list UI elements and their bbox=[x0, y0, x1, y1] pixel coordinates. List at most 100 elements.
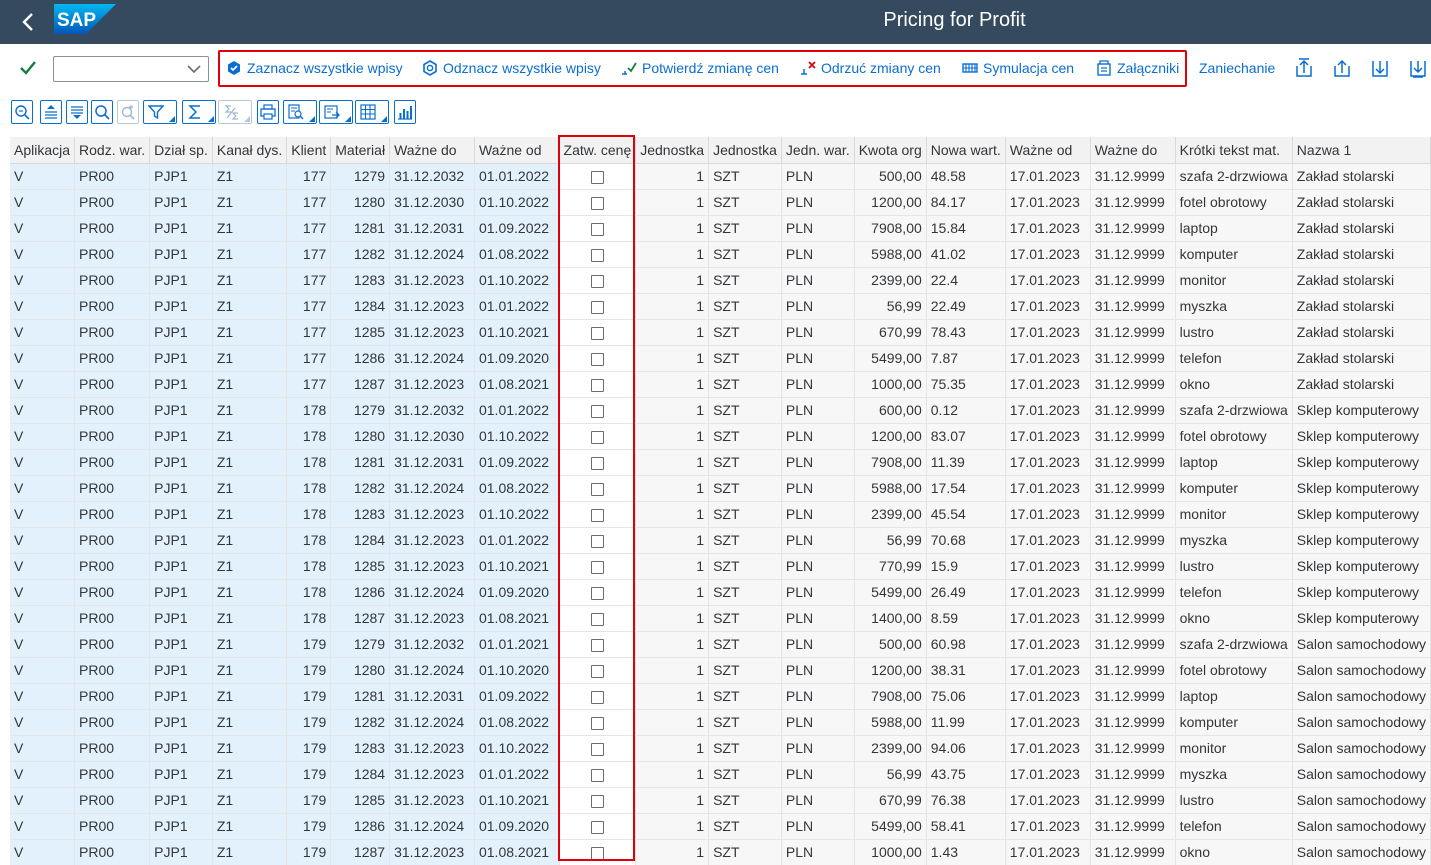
table-cell[interactable]: 1282 bbox=[330, 475, 391, 502]
table-cell[interactable]: Z1 bbox=[212, 449, 288, 476]
table-cell[interactable]: V bbox=[10, 813, 76, 840]
table-cell[interactable]: PLN bbox=[781, 631, 855, 658]
table-cell[interactable]: 60.98 bbox=[926, 631, 1006, 658]
table-cell[interactable]: 31.12.9999 bbox=[1090, 371, 1176, 398]
table-cell[interactable]: 76.38 bbox=[926, 787, 1006, 814]
table-cell[interactable]: 01.08.2022 bbox=[474, 475, 560, 502]
table-cell[interactable]: 31.12.9999 bbox=[1090, 189, 1176, 216]
table-cell[interactable]: 17.01.2023 bbox=[1005, 579, 1091, 606]
table-cell[interactable]: Z1 bbox=[212, 345, 288, 372]
table-cell[interactable]: 17.01.2023 bbox=[1005, 423, 1091, 450]
table-cell[interactable]: monitor bbox=[1175, 267, 1293, 294]
table-cell[interactable]: Z1 bbox=[212, 553, 288, 580]
column-header[interactable]: Zatw. cenę bbox=[559, 137, 637, 164]
confirm-price-checkbox[interactable] bbox=[590, 534, 604, 548]
table-cell[interactable]: 17.01.2023 bbox=[1005, 605, 1091, 632]
table-cell[interactable]: Z1 bbox=[212, 293, 288, 320]
table-cell[interactable]: 17.01.2023 bbox=[1005, 813, 1091, 840]
table-cell[interactable]: 31.12.9999 bbox=[1090, 787, 1176, 814]
table-cell[interactable]: 1279 bbox=[330, 163, 391, 190]
confirm-price-cell[interactable] bbox=[559, 605, 637, 632]
table-cell[interactable]: V bbox=[10, 527, 76, 554]
table-cell[interactable]: PJP1 bbox=[149, 241, 213, 268]
export-button[interactable] bbox=[319, 100, 353, 124]
table-cell[interactable]: 31.12.9999 bbox=[1090, 241, 1176, 268]
table-cell[interactable]: 1 bbox=[635, 735, 710, 762]
confirm-price-cell[interactable] bbox=[559, 527, 637, 554]
table-cell[interactable]: 31.12.9999 bbox=[1090, 553, 1176, 580]
table-cell[interactable]: 31.12.9999 bbox=[1090, 215, 1176, 242]
column-header[interactable]: Dział sp. bbox=[149, 137, 213, 164]
confirm-price-cell[interactable] bbox=[559, 293, 637, 320]
table-cell[interactable]: 01.01.2022 bbox=[474, 163, 560, 190]
table-cell[interactable]: V bbox=[10, 371, 76, 398]
table-cell[interactable]: 17.01.2023 bbox=[1005, 839, 1091, 865]
table-cell[interactable]: Z1 bbox=[212, 267, 288, 294]
table-cell[interactable]: szafa 2-drzwiowa bbox=[1175, 631, 1293, 658]
table-cell[interactable]: SZT bbox=[708, 475, 782, 502]
table-cell[interactable]: PLN bbox=[781, 293, 855, 320]
table-cell[interactable]: 2399,00 bbox=[854, 735, 927, 762]
table-cell[interactable]: 179 bbox=[286, 683, 332, 710]
table-cell[interactable]: Sklep komputerowy bbox=[1292, 579, 1431, 606]
table-cell[interactable]: 31.12.9999 bbox=[1090, 527, 1176, 554]
table-cell[interactable]: 178 bbox=[286, 605, 332, 632]
table-cell[interactable]: okno bbox=[1175, 605, 1293, 632]
table-cell[interactable]: 600,00 bbox=[854, 397, 927, 424]
table-cell[interactable]: 17.01.2023 bbox=[1005, 709, 1091, 736]
table-cell[interactable]: fotel obrotowy bbox=[1175, 657, 1293, 684]
price-simulation-button[interactable]: Symulacja cen bbox=[962, 57, 1074, 79]
column-header[interactable]: Ważne do bbox=[389, 137, 475, 164]
table-cell[interactable]: 17.01.2023 bbox=[1005, 787, 1091, 814]
table-cell[interactable]: PLN bbox=[781, 735, 855, 762]
confirm-price-cell[interactable] bbox=[559, 813, 637, 840]
table-cell[interactable]: SZT bbox=[708, 839, 782, 865]
table-cell[interactable]: 1 bbox=[635, 475, 710, 502]
table-cell[interactable]: PR00 bbox=[74, 189, 151, 216]
table-cell[interactable]: 1 bbox=[635, 241, 710, 268]
table-cell[interactable]: 01.10.2021 bbox=[474, 319, 560, 346]
table-cell[interactable]: PR00 bbox=[74, 657, 151, 684]
table-cell[interactable]: 31.12.2030 bbox=[389, 423, 475, 450]
table-cell[interactable]: 770,99 bbox=[854, 553, 927, 580]
table-cell[interactable]: 01.09.2020 bbox=[474, 345, 560, 372]
table-cell[interactable]: 5499,00 bbox=[854, 345, 927, 372]
table-cell[interactable]: PR00 bbox=[74, 605, 151, 632]
table-cell[interactable]: V bbox=[10, 839, 76, 865]
table-cell[interactable]: 56,99 bbox=[854, 761, 927, 788]
table-cell[interactable]: komputer bbox=[1175, 475, 1293, 502]
confirm-price-checkbox[interactable] bbox=[590, 300, 604, 314]
table-cell[interactable]: 17.01.2023 bbox=[1005, 735, 1091, 762]
confirm-price-cell[interactable] bbox=[559, 397, 637, 424]
confirm-price-cell[interactable] bbox=[559, 553, 637, 580]
table-cell[interactable]: 31.12.9999 bbox=[1090, 501, 1176, 528]
table-cell[interactable]: SZT bbox=[708, 657, 782, 684]
table-cell[interactable]: PR00 bbox=[74, 761, 151, 788]
table-cell[interactable]: Sklep komputerowy bbox=[1292, 423, 1431, 450]
table-cell[interactable]: Z1 bbox=[212, 813, 288, 840]
table-cell[interactable]: SZT bbox=[708, 683, 782, 710]
table-cell[interactable]: 31.12.2024 bbox=[389, 345, 475, 372]
table-cell[interactable]: SZT bbox=[708, 423, 782, 450]
table-cell[interactable]: 179 bbox=[286, 709, 332, 736]
table-cell[interactable]: 1 bbox=[635, 579, 710, 606]
table-cell[interactable]: PJP1 bbox=[149, 163, 213, 190]
confirm-price-checkbox[interactable] bbox=[590, 456, 604, 470]
table-cell[interactable]: Z1 bbox=[212, 735, 288, 762]
table-cell[interactable]: lustro bbox=[1175, 319, 1293, 346]
confirm-price-cell[interactable] bbox=[559, 761, 637, 788]
table-cell[interactable]: PJP1 bbox=[149, 735, 213, 762]
column-header[interactable]: Aplikacja bbox=[10, 137, 76, 164]
reject-price-change-button[interactable]: Odrzuć zmiany cen bbox=[800, 57, 941, 79]
table-cell[interactable]: V bbox=[10, 657, 76, 684]
table-cell[interactable]: 17.54 bbox=[926, 475, 1006, 502]
table-cell[interactable]: 26.49 bbox=[926, 579, 1006, 606]
confirm-price-cell[interactable] bbox=[559, 475, 637, 502]
table-cell[interactable]: Zakład stolarski bbox=[1292, 293, 1431, 320]
table-cell[interactable]: 17.01.2023 bbox=[1005, 475, 1091, 502]
table-cell[interactable]: Sklep komputerowy bbox=[1292, 475, 1431, 502]
table-cell[interactable]: PJP1 bbox=[149, 553, 213, 580]
table-cell[interactable]: 1286 bbox=[330, 579, 391, 606]
table-cell[interactable]: 01.01.2022 bbox=[474, 293, 560, 320]
table-cell[interactable]: 01.10.2021 bbox=[474, 553, 560, 580]
